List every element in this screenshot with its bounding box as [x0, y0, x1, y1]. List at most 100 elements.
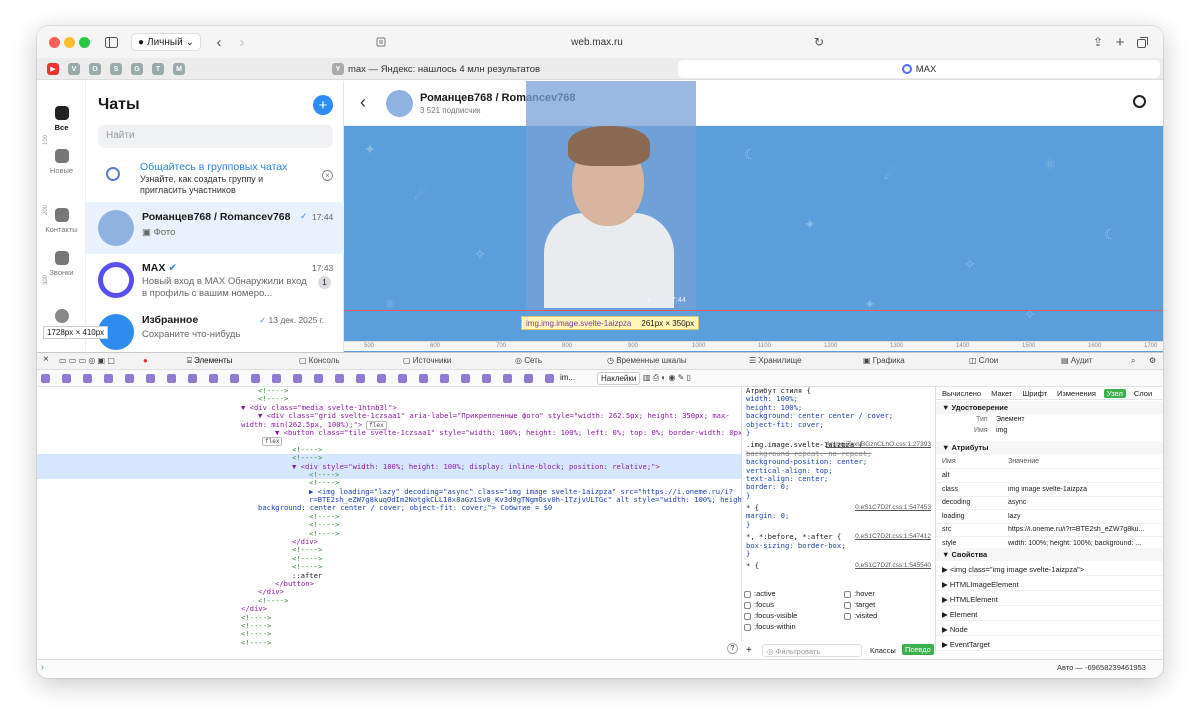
tab-sources[interactable]: ▢ Источники: [403, 356, 451, 365]
dom-line[interactable]: </div>: [37, 604, 741, 613]
dom-line[interactable]: <!---->: [37, 529, 741, 538]
breadcrumb-node[interactable]: [230, 374, 239, 383]
dom-line[interactable]: ▼ <button class="tile svelte-1czsaa1" st…: [37, 428, 741, 437]
promo-title[interactable]: Общайтесь в групповых чатах: [140, 161, 287, 173]
breadcrumb-node[interactable]: [545, 374, 554, 383]
style-declaration[interactable]: border: 0;: [742, 483, 935, 491]
tab-network[interactable]: ◎ Сеть: [515, 356, 542, 365]
tab-audit[interactable]: ▤ Аудит: [1061, 356, 1093, 365]
dom-line[interactable]: ▼ <div style="width: 100%; height: 100%;…: [37, 462, 741, 471]
sidebar-toggle-icon[interactable]: [103, 33, 119, 51]
search-input[interactable]: Найти: [98, 125, 333, 148]
breadcrumb-node[interactable]: [293, 374, 302, 383]
tab-graphics[interactable]: ▣ Графика: [863, 356, 905, 365]
tab-layers[interactable]: ◫ Слои: [969, 356, 998, 365]
bookmark-m[interactable]: M: [173, 63, 185, 75]
photo-message[interactable]: ◉ 22 17:44: [526, 81, 696, 308]
dom-line[interactable]: <!---->: [37, 554, 741, 563]
breadcrumb-node[interactable]: [104, 374, 113, 383]
breadcrumb-node[interactable]: [377, 374, 386, 383]
status-text[interactable]: Авто — -69658239461953: [1057, 663, 1146, 672]
bookmark-o[interactable]: O: [89, 63, 101, 75]
property-row[interactable]: ▶ Element: [936, 608, 1163, 621]
attribute-row[interactable]: src https://i.oneme.ru/i?r=BTE2sh_eZW7g8k…: [936, 524, 1163, 537]
back-arrow-icon[interactable]: ‹: [360, 92, 366, 113]
property-row[interactable]: ▶ <img class="img image svelte-1aizpza">: [936, 563, 1163, 576]
dom-line[interactable]: </button>: [37, 579, 741, 588]
style-declaration[interactable]: margin: 0;: [742, 512, 935, 520]
tab-changes[interactable]: Изменения: [1057, 389, 1096, 398]
tab-console[interactable]: ▢ Консоль: [299, 356, 340, 365]
dom-line[interactable]: <!---->: [37, 546, 741, 554]
breadcrumb-node[interactable]: [272, 374, 281, 383]
property-row[interactable]: ▶ Node: [936, 623, 1163, 636]
dom-tree[interactable]: <!----> <!----> ▼ <div class="media svelte…: [37, 387, 741, 651]
attributes-section[interactable]: ▼ Атрибуты: [936, 441, 1163, 454]
close-window-button[interactable]: [49, 37, 60, 48]
reload-icon[interactable]: ↻: [813, 33, 825, 51]
classes-toggle[interactable]: Классы: [870, 646, 896, 655]
breadcrumb-node[interactable]: [209, 374, 218, 383]
attribute-row[interactable]: alt: [936, 470, 1163, 483]
dom-line[interactable]: <!---->: [37, 638, 741, 647]
dom-line[interactable]: <!---->: [37, 470, 741, 479]
tab-font[interactable]: Шрифт: [1022, 389, 1047, 398]
bookmark-v[interactable]: V: [68, 63, 80, 75]
breadcrumb-current[interactable]: im...: [560, 373, 575, 382]
zoom-window-button[interactable]: [79, 37, 90, 48]
tab-yandex[interactable]: Y max — Яндекс: нашлось 4 млн результато…: [197, 60, 675, 78]
breadcrumb-node[interactable]: [398, 374, 407, 383]
new-tab-icon[interactable]: +: [1113, 33, 1127, 51]
style-declaration[interactable]: box-sizing: border-box;: [742, 541, 935, 550]
address-bar[interactable]: web.max.ru: [367, 32, 827, 52]
pseudo-state-checkbox[interactable]: :visited: [844, 611, 934, 620]
tab-timelines[interactable]: ◷ Временные шкалы: [607, 356, 687, 365]
style-declaration[interactable]: object-fit: cover;: [742, 420, 935, 429]
dom-line[interactable]: <!---->: [37, 563, 741, 571]
tab-layers-side[interactable]: Слои: [1134, 389, 1152, 398]
dom-line[interactable]: <!---->: [37, 596, 741, 605]
breadcrumb-node[interactable]: [125, 374, 134, 383]
attribute-row[interactable]: loading lazy: [936, 511, 1163, 524]
breadcrumb-node[interactable]: [503, 374, 512, 383]
rail-item-new[interactable]: Новые: [37, 149, 86, 175]
profile-avatar[interactable]: [37, 309, 86, 326]
chat-item-romancev[interactable]: Романцев768 / Romancev768 17:44 ✓ ▣ Фото: [86, 202, 344, 254]
style-declaration[interactable]: }: [742, 491, 935, 500]
breadcrumb-node[interactable]: [314, 374, 323, 383]
property-row[interactable]: ▶ HTMLElement: [936, 593, 1163, 606]
styles-filter-input[interactable]: ◎ Фильтровать: [762, 644, 862, 657]
error-icon[interactable]: ●: [143, 356, 148, 365]
pseudo-state-checkbox[interactable]: :focus-visible: [744, 611, 844, 620]
dom-line[interactable]: <!---->: [37, 621, 741, 630]
breadcrumb-node[interactable]: [251, 374, 260, 383]
dom-line[interactable]: <!---->: [37, 512, 741, 521]
dom-line[interactable]: ::after: [37, 571, 741, 580]
breadcrumb-node[interactable]: [62, 374, 71, 383]
style-declaration[interactable]: }: [742, 520, 935, 529]
search-icon[interactable]: [1133, 95, 1146, 108]
breadcrumb-node[interactable]: [524, 374, 533, 383]
add-rule-icon[interactable]: +: [746, 645, 752, 656]
chat-item-favorites[interactable]: Избранное ✓ 13 дек. 2025 г. Сохраните чт…: [86, 306, 344, 358]
style-rule-selector[interactable]: * {0.eS1C7D2f.css:1:545540: [742, 562, 935, 570]
dock-icons[interactable]: ▭ ▭ ▭ ◎ ▣ ▢: [59, 356, 115, 365]
dom-line[interactable]: <!---->: [37, 613, 741, 622]
breadcrumb-node[interactable]: [188, 374, 197, 383]
style-declaration[interactable]: }: [742, 428, 935, 437]
breadcrumb-node[interactable]: [461, 374, 470, 383]
dom-line[interactable]: </div>: [37, 537, 741, 546]
compose-button[interactable]: +: [313, 95, 333, 115]
tab-max[interactable]: MAX: [678, 60, 1160, 78]
property-row[interactable]: ▶ EventTarget: [936, 638, 1163, 651]
share-icon[interactable]: ⇪: [1091, 33, 1105, 51]
tab-layout[interactable]: Макет: [991, 389, 1012, 398]
dom-line[interactable]: <!---->: [37, 630, 741, 638]
bookmark-s[interactable]: S: [110, 63, 122, 75]
stickers-button[interactable]: Наклейки: [597, 372, 641, 385]
search-icon[interactable]: ⌕: [1131, 356, 1135, 366]
youtube-icon[interactable]: ▶: [47, 63, 59, 75]
tab-elements[interactable]: ⌸ Элементы: [187, 356, 232, 366]
dom-line[interactable]: <!---->: [37, 387, 741, 395]
dom-line[interactable]: <!---->: [37, 445, 741, 454]
